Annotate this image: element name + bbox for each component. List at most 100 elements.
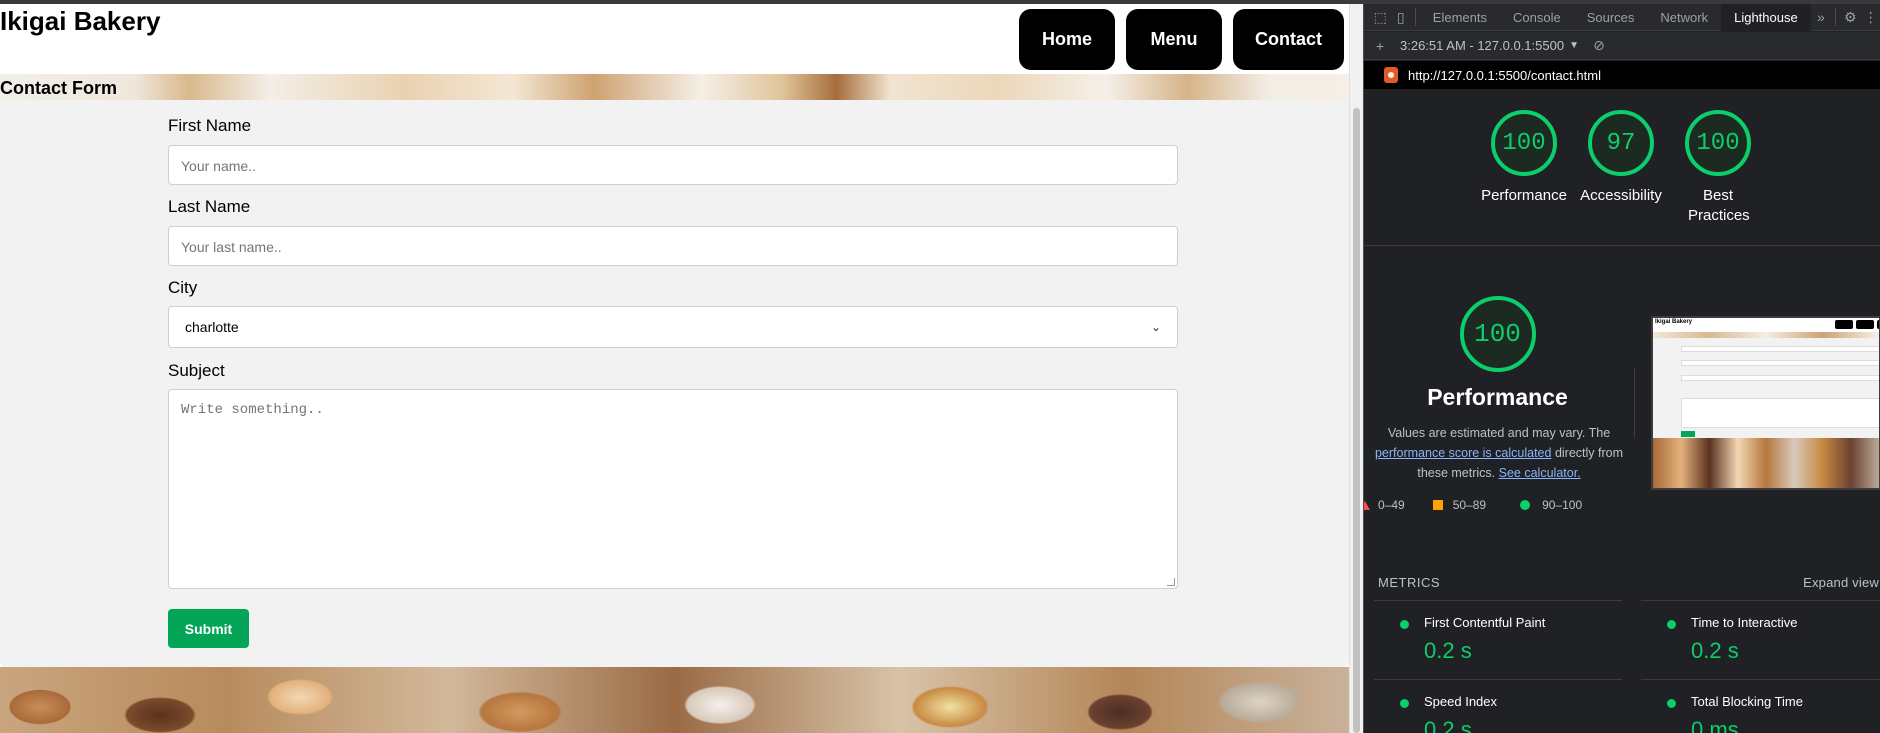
performance-big-score: 100 (1459, 296, 1536, 372)
nav-menu-button[interactable]: Menu (1126, 9, 1222, 70)
tab-sources[interactable]: Sources (1574, 4, 1648, 31)
metrics-header: METRICS Expand view (1378, 575, 1880, 590)
score-legend: 0–49 50–89 90–100 (1364, 498, 1634, 512)
site-title: Ikigai Bakery (0, 6, 161, 36)
accessibility-score: 97 (1588, 110, 1654, 176)
fail-triangle-icon (1364, 500, 1370, 510)
thumb-header: Ikigai Bakery (1653, 318, 1879, 332)
tab-network[interactable]: Network (1647, 4, 1721, 31)
metric-value: 0.2 s (1424, 717, 1472, 733)
last-name-input[interactable]: Your last name.. (168, 226, 1178, 266)
plus-icon[interactable]: + (1368, 38, 1392, 54)
pastry-background-image (0, 667, 1349, 733)
metrics-column-right: Time to Interactive 0.2 s Total Blocking… (1641, 600, 1880, 733)
page-scrollbar[interactable] (1349, 4, 1363, 733)
metric-tbt: Total Blocking Time 0 ms (1641, 680, 1880, 733)
chevron-down-icon[interactable]: ▼ (1569, 40, 1579, 51)
thumb-input (1681, 375, 1879, 381)
metric-speed-index: Speed Index 0.2 s (1374, 680, 1622, 733)
thumb-form (1653, 338, 1879, 438)
inspect-element-icon[interactable]: ⬚ (1370, 9, 1390, 26)
metric-value: 0 ms (1691, 717, 1739, 733)
tab-elements[interactable]: Elements (1420, 4, 1500, 31)
performance-gauge[interactable]: 100 Performance (1469, 110, 1579, 206)
city-select-value: charlotte (185, 319, 239, 335)
city-label: City (168, 278, 198, 297)
clear-icon[interactable]: ⊘ (1587, 37, 1611, 54)
thumb-nav-button (1835, 320, 1853, 329)
section-divider (1364, 245, 1880, 246)
thumb-site-title: Ikigai Bakery (1655, 319, 1693, 325)
thumb-input (1681, 346, 1879, 352)
metric-tti: Time to Interactive 0.2 s (1641, 601, 1880, 679)
best-practices-gauge[interactable]: 100 Best Practices (1663, 110, 1773, 226)
performance-label: Performance (1481, 187, 1567, 204)
metrics-column-left: First Contentful Paint 0.2 s Speed Index… (1374, 600, 1622, 733)
performance-summary: 100 Performance Values are estimated and… (1364, 296, 1631, 483)
report-url[interactable]: http://127.0.0.1:5500/contact.html (1408, 68, 1601, 83)
toolbar-divider (1835, 8, 1837, 26)
devtools-tab-bar: ⬚ ▯ Elements Console Sources Network Lig… (1364, 4, 1880, 31)
thumb-nav-button (1856, 320, 1874, 329)
city-select[interactable]: charlotte ⌄ (168, 306, 1178, 348)
performance-score: 100 (1491, 110, 1557, 176)
website-viewport: Ikigai Bakery Home Menu Contact Contact … (0, 4, 1349, 733)
nav-home-button[interactable]: Home (1019, 9, 1115, 70)
submit-button[interactable]: Submit (168, 609, 249, 648)
metric-value: 0.2 s (1424, 638, 1472, 663)
tab-lighthouse[interactable]: Lighthouse (1721, 4, 1811, 31)
last-name-label: Last Name (168, 197, 251, 216)
scrollbar-thumb[interactable] (1353, 108, 1360, 733)
kebab-menu-icon[interactable]: ⋮ (1861, 9, 1880, 26)
best-practices-score: 100 (1685, 110, 1751, 176)
metrics-title: METRICS (1378, 575, 1440, 590)
hero-background-strip (0, 74, 1349, 100)
main-nav: Home Menu Contact (1019, 9, 1344, 70)
legend-pass: 90–100 (1542, 498, 1583, 512)
page-screenshot-thumbnail[interactable]: Ikigai Bakery (1651, 316, 1880, 490)
see-calculator-link[interactable]: See calculator. (1499, 466, 1581, 480)
metric-name: Speed Index (1424, 694, 1498, 709)
chevron-down-icon: ⌄ (1150, 320, 1161, 334)
report-url-bar: http://127.0.0.1:5500/contact.html (1364, 61, 1880, 89)
metric-fcp: First Contentful Paint 0.2 s (1374, 601, 1622, 679)
subject-label: Subject (168, 361, 225, 380)
best-practices-label: Best Practices (1688, 187, 1750, 224)
metric-name: First Contentful Paint (1424, 615, 1546, 630)
expand-view-toggle[interactable]: Expand view (1803, 575, 1879, 590)
metric-value: 0.2 s (1691, 638, 1739, 663)
first-name-label: First Name (168, 116, 252, 135)
accessibility-gauge[interactable]: 97 Accessibility (1566, 110, 1676, 206)
accessibility-label: Accessibility (1580, 187, 1662, 204)
thumb-textarea (1681, 398, 1879, 428)
contact-form: First Name Your name.. Last Name Your la… (0, 100, 1349, 667)
score-calculated-link[interactable]: performance score is calculated (1375, 446, 1551, 460)
perf-desc-text-1: Values are estimated and may vary. The (1387, 426, 1611, 440)
legend-average: 50–89 (1452, 498, 1487, 512)
average-square-icon (1432, 500, 1443, 510)
nav-contact-button[interactable]: Contact (1233, 9, 1344, 70)
pass-circle-icon (1667, 620, 1676, 629)
first-name-input[interactable]: Your name.. (168, 145, 1178, 185)
performance-description: Values are estimated and may vary. The p… (1364, 423, 1634, 483)
resize-grip-icon[interactable] (1167, 578, 1175, 586)
metric-name: Time to Interactive (1691, 615, 1798, 630)
thumb-input (1681, 360, 1879, 366)
pass-circle-icon (1667, 699, 1676, 708)
metric-name: Total Blocking Time (1691, 694, 1803, 709)
vertical-divider (1634, 368, 1635, 438)
tab-console[interactable]: Console (1500, 4, 1574, 31)
subject-placeholder: Write something.. (181, 402, 324, 418)
legend-fail: 0–49 (1378, 498, 1405, 512)
pass-circle-icon (1520, 500, 1531, 510)
subject-textarea[interactable]: Write something.. (168, 389, 1178, 589)
device-toolbar-icon[interactable]: ▯ (1390, 9, 1410, 26)
form-heading: Contact Form (0, 78, 117, 98)
performance-title: Performance (1427, 384, 1568, 410)
more-tabs-icon[interactable]: » (1811, 9, 1831, 25)
pass-circle-icon (1400, 699, 1409, 708)
devtools-panel: ⬚ ▯ Elements Console Sources Network Lig… (1363, 4, 1880, 733)
thumb-pastry-image (1653, 438, 1879, 488)
gear-icon[interactable]: ⚙ (1840, 9, 1860, 26)
report-selector[interactable]: 3:26:51 AM - 127.0.0.1:5500 (1400, 38, 1564, 53)
